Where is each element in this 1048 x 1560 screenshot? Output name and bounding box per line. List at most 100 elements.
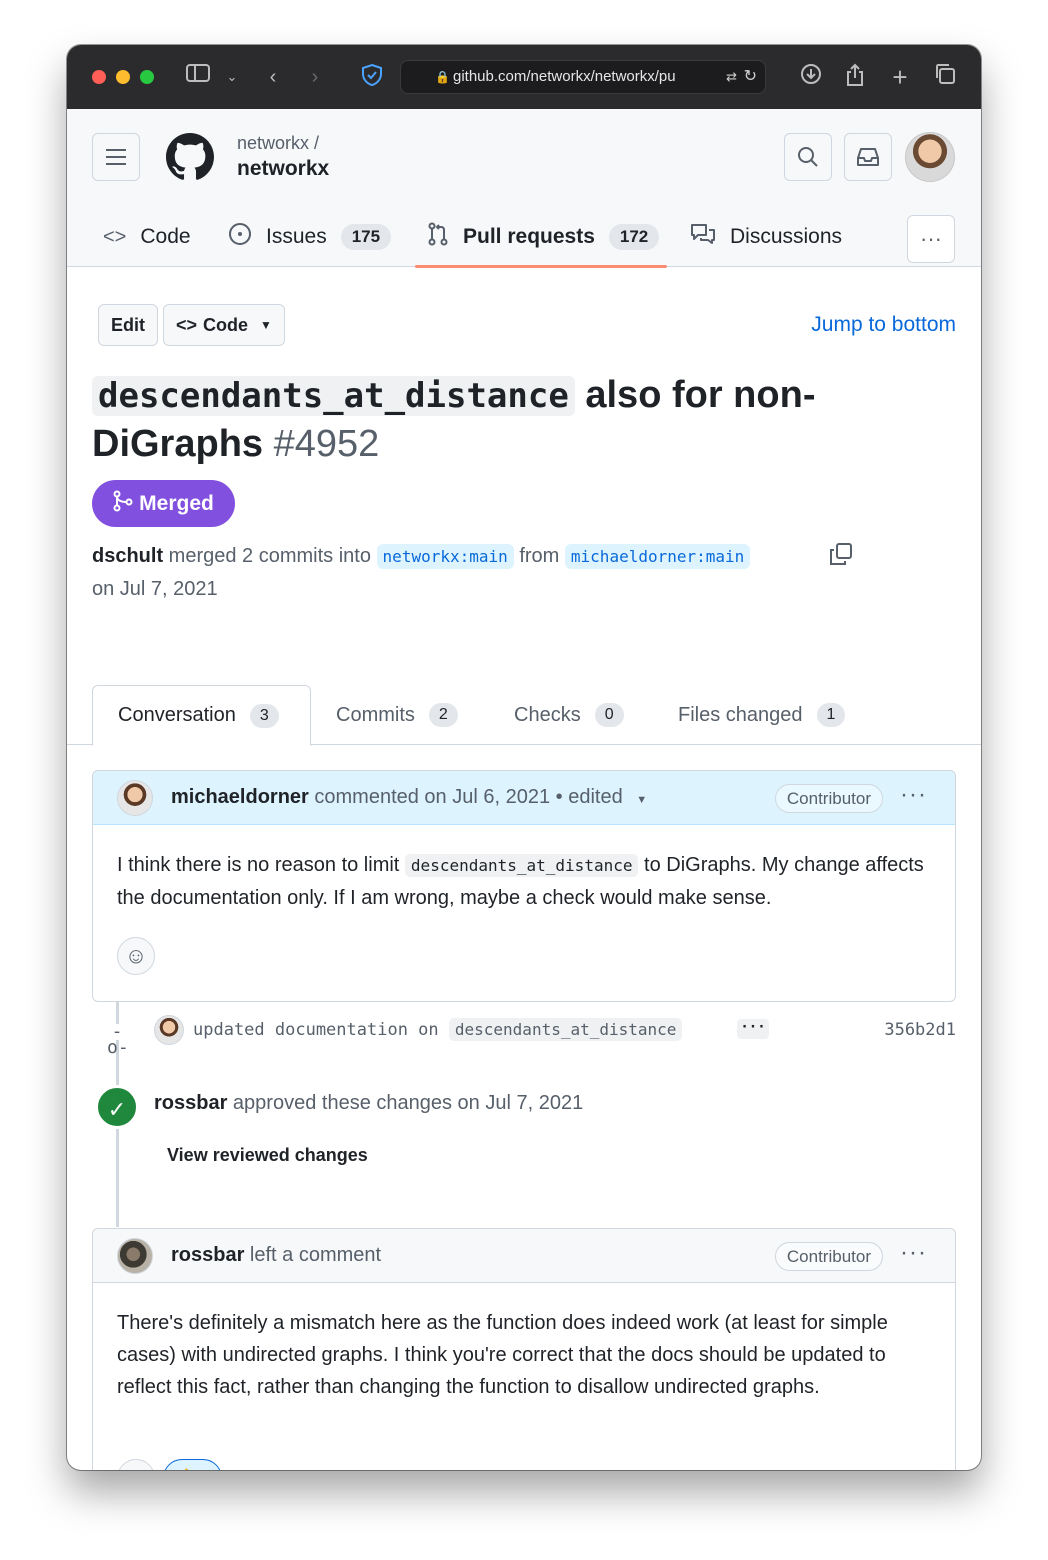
forward-icon[interactable]: ›	[305, 63, 325, 91]
comment-body: I think there is no reason to limit desc…	[93, 825, 955, 914]
commit-message-text: updated documentation on	[193, 1020, 449, 1040]
inbox-button[interactable]	[844, 133, 892, 181]
comment-card: rossbar left a comment Contributor ··· T…	[92, 1228, 956, 1470]
comment-author-line: michaeldorner commented on Jul 6, 2021 •…	[171, 786, 647, 809]
sidebar-icon[interactable]	[185, 63, 211, 91]
code-dropdown-button[interactable]: <> Code ▼	[163, 304, 285, 346]
search-button[interactable]	[784, 133, 832, 181]
tab-pull-requests-label: Pull requests	[463, 225, 595, 248]
url-text: github.com/networkx/networkx/pu	[453, 68, 676, 85]
tab-conversation-label: Conversation	[118, 704, 236, 726]
smiley-icon: ☺	[125, 1465, 147, 1470]
tab-issues-label: Issues	[266, 225, 327, 248]
comment-author-line: rossbar left a comment	[171, 1244, 381, 1267]
back-icon[interactable]: ‹	[263, 63, 283, 91]
zoom-window-button[interactable]	[140, 70, 154, 84]
review-text: approved these changes on Jul 7, 2021	[227, 1092, 584, 1114]
shield-icon[interactable]	[359, 63, 385, 91]
repo-name-link[interactable]: networkx	[237, 157, 329, 181]
comment-options-icon[interactable]: ···	[900, 781, 927, 809]
tab-conversation[interactable]: Conversation 3	[92, 685, 311, 746]
comment-options-icon[interactable]: ···	[900, 1239, 927, 1267]
pr-title: descendants_at_distance also for non-DiG…	[92, 371, 872, 468]
tab-files-changed[interactable]: Files changed 1	[678, 685, 846, 745]
avatar[interactable]	[154, 1015, 184, 1045]
pull-requests-counter: 172	[608, 224, 660, 250]
thumbs-up-reaction[interactable]: 👍 1	[163, 1459, 223, 1470]
tab-commits[interactable]: Commits 2	[336, 685, 458, 745]
close-window-button[interactable]	[92, 70, 106, 84]
comment-author[interactable]: michaeldorner	[171, 786, 309, 808]
check-icon: ✓	[95, 1085, 139, 1129]
pr-content: Edit <> Code ▼ Jump to bottom descendant…	[67, 267, 981, 1470]
comment-author[interactable]: rossbar	[171, 1244, 244, 1266]
avatar[interactable]	[117, 1238, 153, 1274]
pr-tabs: Conversation 3 Commits 2 Checks 0 Files …	[67, 685, 981, 746]
github-logo-icon[interactable]	[166, 133, 214, 181]
copy-icon[interactable]	[829, 542, 853, 572]
add-reaction-button[interactable]: ☺	[117, 937, 155, 975]
from-text: from	[513, 545, 565, 567]
thumbs-up-icon: 👍	[174, 1468, 196, 1470]
chevron-down-icon[interactable]: ⌄	[225, 63, 239, 91]
jump-to-bottom-link[interactable]: Jump to bottom	[811, 313, 956, 337]
commit-row: -o- updated documentation on descendants…	[67, 1011, 981, 1058]
commit-sha-link[interactable]: 356b2d1	[884, 1020, 956, 1040]
expand-commit-button[interactable]: ···	[737, 1019, 769, 1039]
commits-counter: 2	[428, 703, 458, 727]
tab-discussions[interactable]: Discussions	[690, 217, 842, 257]
tab-issues[interactable]: Issues 175	[228, 217, 392, 257]
share-icon[interactable]	[844, 63, 866, 91]
smiley-icon: ☺	[124, 943, 148, 968]
view-reviewed-changes-link[interactable]: View reviewed changes	[167, 1145, 368, 1166]
contributor-badge: Contributor	[774, 784, 883, 813]
download-icon[interactable]	[799, 63, 823, 91]
repo-tabs: <> Code Issues 175 Pull requests 172 Dis…	[67, 209, 981, 267]
minimize-window-button[interactable]	[116, 70, 130, 84]
repo-header: networkx / networkx <> Code Issues 175 P…	[67, 109, 981, 268]
lock-icon: 🔒	[435, 70, 450, 84]
discussion-icon	[690, 222, 716, 252]
more-tabs-button[interactable]: ···	[907, 215, 955, 263]
browser-window: ⌄ ‹ › 🔒 github.com/networkx/networkx/pu …	[67, 45, 981, 1470]
code-icon: <>	[176, 314, 198, 335]
edit-button[interactable]: Edit	[98, 304, 158, 346]
menu-button[interactable]	[92, 133, 140, 181]
reviewer-link[interactable]: rossbar	[154, 1092, 227, 1114]
tab-code-label: Code	[140, 225, 191, 248]
commit-message-code: descendants_at_distance	[448, 1018, 683, 1041]
inbox-icon	[857, 148, 879, 166]
address-bar[interactable]: 🔒 github.com/networkx/networkx/pu ⇄ ↻	[400, 60, 766, 94]
tabs-icon[interactable]	[933, 63, 957, 91]
checks-counter: 0	[594, 703, 624, 727]
add-reaction-button[interactable]: ☺	[117, 1459, 155, 1470]
reload-icon[interactable]: ↻	[744, 61, 757, 93]
issues-counter: 175	[340, 224, 392, 250]
merge-text: merged 2 commits into	[163, 545, 377, 567]
caret-down-icon: ▼	[260, 318, 272, 332]
conversation-counter: 3	[249, 703, 279, 728]
tab-pull-requests[interactable]: Pull requests 172	[427, 217, 660, 257]
translate-icon[interactable]: ⇄	[726, 61, 737, 93]
tab-code[interactable]: <> Code	[103, 217, 191, 257]
commit-message[interactable]: updated documentation on descendants_at_…	[193, 1018, 683, 1041]
comment-header: michaeldorner commented on Jul 6, 2021 •…	[93, 771, 955, 825]
url-fade	[681, 61, 721, 93]
comment-card: michaeldorner commented on Jul 6, 2021 •…	[92, 770, 956, 1002]
head-branch[interactable]: michaeldorner:main	[564, 544, 751, 569]
code-dropdown-label: Code	[203, 314, 249, 335]
tab-checks[interactable]: Checks 0	[514, 685, 624, 745]
caret-down-icon[interactable]: ▼	[636, 794, 647, 806]
base-branch[interactable]: networkx:main	[376, 544, 514, 569]
user-avatar[interactable]	[905, 132, 955, 182]
commit-icon: -o-	[107, 1021, 129, 1058]
avatar[interactable]	[117, 780, 153, 816]
tab-checks-label: Checks	[514, 703, 581, 726]
merger-link[interactable]: dschult	[92, 545, 163, 567]
comment-meta[interactable]: commented on Jul 6, 2021 • edited	[309, 786, 622, 808]
merged-label: Merged	[139, 491, 214, 515]
review-status: rossbar approved these changes on Jul 7,…	[154, 1092, 583, 1115]
new-tab-icon[interactable]: +	[889, 63, 911, 91]
repo-owner-link[interactable]: networkx /	[237, 133, 319, 154]
comment-meta: left a comment	[244, 1244, 382, 1266]
